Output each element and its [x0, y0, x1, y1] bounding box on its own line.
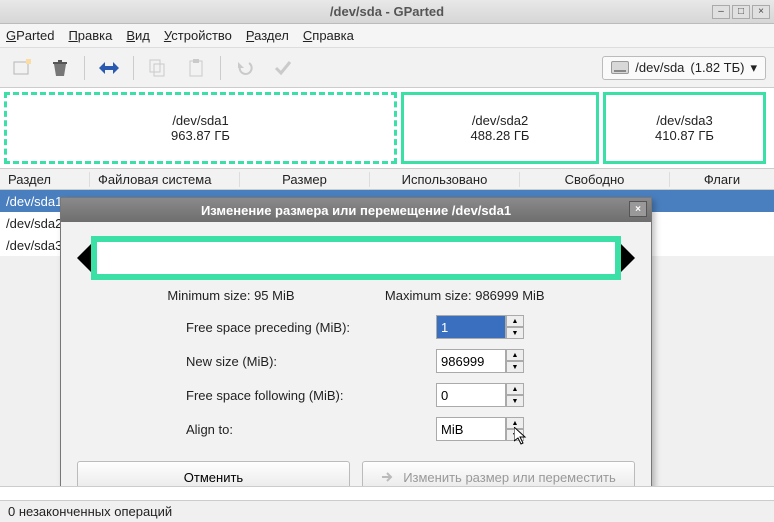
dialog-title: Изменение размера или перемещение /dev/s… [201, 203, 511, 218]
spin-up[interactable]: ▲ [506, 349, 524, 361]
toolbar-separator [220, 56, 221, 80]
menu-help[interactable]: Справка [303, 28, 354, 43]
menu-edit[interactable]: Правка [68, 28, 112, 43]
toolbar-separator [133, 56, 134, 80]
align-input[interactable] [436, 417, 506, 441]
th-flags[interactable]: Флаги [670, 172, 774, 187]
th-used[interactable]: Использовано [370, 172, 520, 187]
harddisk-icon [611, 61, 629, 74]
toolbar: /dev/sda (1.82 ТБ) ▾ [0, 48, 774, 88]
toolbar-separator [84, 56, 85, 80]
maximize-button[interactable]: □ [732, 5, 750, 19]
th-filesystem[interactable]: Файловая система [90, 172, 240, 187]
th-partition[interactable]: Раздел [0, 172, 90, 187]
device-selector[interactable]: /dev/sda (1.82 ТБ) ▾ [602, 56, 766, 80]
dialog-close-button[interactable]: × [629, 201, 647, 217]
spin-up[interactable]: ▲ [506, 315, 524, 327]
spin-up[interactable]: ▲ [506, 383, 524, 395]
resize-handle-left[interactable] [77, 244, 91, 272]
spin-down[interactable]: ▼ [506, 395, 524, 407]
status-bar: 0 незаконченных операций [0, 500, 774, 522]
apply-icon [269, 54, 297, 82]
arrow-right-icon [381, 470, 397, 484]
following-label: Free space following (MiB): [186, 388, 436, 403]
preceding-input[interactable] [436, 315, 506, 339]
operations-log [0, 486, 774, 500]
align-label: Align to: [186, 422, 436, 437]
menu-gparted[interactable]: GParted [6, 28, 54, 43]
partition-table-header: Раздел Файловая система Размер Использов… [0, 168, 774, 190]
undo-icon [231, 54, 259, 82]
menu-device[interactable]: Устройство [164, 28, 232, 43]
spin-down[interactable]: ▼ [506, 429, 524, 441]
minimum-size-label: Minimum size: 95 MiB [167, 288, 294, 303]
menu-partition[interactable]: Раздел [246, 28, 289, 43]
partition-name: /dev/sda2 [412, 113, 588, 128]
copy-icon [144, 54, 172, 82]
spin-down[interactable]: ▼ [506, 327, 524, 339]
resize-slider[interactable] [77, 236, 635, 280]
partition-name: /dev/sda3 [614, 113, 755, 128]
paste-icon [182, 54, 210, 82]
partition-box-sda1[interactable]: /dev/sda1 963.87 ГБ [4, 92, 397, 164]
device-size: (1.82 ТБ) [690, 60, 744, 75]
following-input[interactable] [436, 383, 506, 407]
delete-icon[interactable] [46, 54, 74, 82]
preceding-label: Free space preceding (MiB): [186, 320, 436, 335]
maximum-size-label: Maximum size: 986999 MiB [385, 288, 545, 303]
device-name: /dev/sda [635, 60, 684, 75]
partition-map: /dev/sda1 963.87 ГБ /dev/sda2 488.28 ГБ … [0, 88, 774, 168]
th-size[interactable]: Размер [240, 172, 370, 187]
cell-partition: /dev/sda3 [6, 238, 62, 253]
apply-resize-label: Изменить размер или переместить [403, 470, 616, 485]
dialog-titlebar[interactable]: Изменение размера или перемещение /dev/s… [61, 198, 651, 222]
close-button[interactable]: × [752, 5, 770, 19]
window-titlebar: /dev/sda - GParted – □ × [0, 0, 774, 24]
menu-view[interactable]: Вид [126, 28, 150, 43]
partition-size: 963.87 ГБ [15, 128, 386, 143]
newsize-label: New size (MiB): [186, 354, 436, 369]
new-partition-icon [8, 54, 36, 82]
resize-move-dialog: Изменение размера или перемещение /dev/s… [60, 197, 652, 508]
status-text: 0 незаконченных операций [8, 504, 172, 519]
partition-box-sda2[interactable]: /dev/sda2 488.28 ГБ [401, 92, 599, 164]
partition-box-sda3[interactable]: /dev/sda3 410.87 ГБ [603, 92, 766, 164]
cell-partition: /dev/sda2 [6, 216, 62, 231]
spin-down[interactable]: ▼ [506, 361, 524, 373]
cell-partition: /dev/sda1 [6, 194, 62, 209]
resize-track[interactable] [91, 236, 621, 280]
chevron-down-icon: ▾ [750, 60, 757, 76]
resize-handle-right[interactable] [621, 244, 635, 272]
resize-move-icon[interactable] [95, 54, 123, 82]
menubar: GParted Правка Вид Устройство Раздел Спр… [0, 24, 774, 48]
newsize-input[interactable] [436, 349, 506, 373]
partition-size: 410.87 ГБ [614, 128, 755, 143]
th-free[interactable]: Свободно [520, 172, 670, 187]
minimize-button[interactable]: – [712, 5, 730, 19]
window-title: /dev/sda - GParted [0, 4, 774, 19]
partition-size: 488.28 ГБ [412, 128, 588, 143]
spin-up[interactable]: ▲ [506, 417, 524, 429]
partition-name: /dev/sda1 [15, 113, 386, 128]
